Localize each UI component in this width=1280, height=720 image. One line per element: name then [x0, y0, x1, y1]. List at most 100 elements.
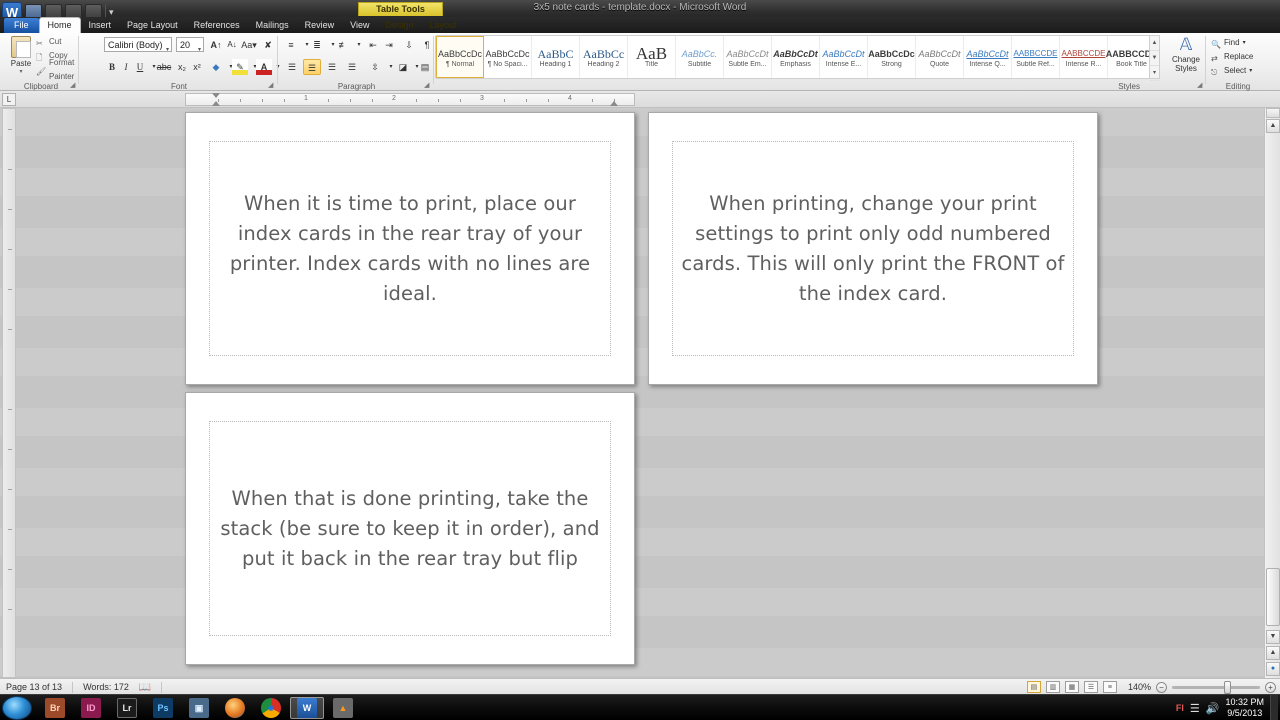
taskbar-app-adobe-bridge[interactable]: Br [38, 697, 72, 719]
volume-icon[interactable]: 🔊 [1206, 702, 1220, 715]
print-layout-view-button[interactable]: ▤ [1026, 681, 1041, 693]
style-item-subtle-emphasis[interactable]: AaBbCcDt Subtle Em... [724, 36, 772, 78]
network-signal-icon[interactable]: ☰ [1190, 702, 1200, 715]
vertical-scrollbar[interactable]: ▲ ▼ ▲ ● [1264, 108, 1280, 678]
find-dropdown-arrow[interactable]: ▾ [1243, 36, 1246, 50]
change-case-icon[interactable]: Aa▾ [240, 37, 258, 53]
line-spacing-icon[interactable]: ⇳ [367, 59, 383, 75]
zoom-in-button[interactable]: + [1265, 681, 1276, 693]
find-button[interactable]: 🔍 Find ▾ [1211, 36, 1253, 50]
scrollbar-thumb[interactable] [1266, 568, 1280, 626]
paragraph-dialog-launcher[interactable]: ◢ [424, 82, 432, 90]
tab-page-layout[interactable]: Page Layout [119, 18, 186, 33]
left-indent-marker[interactable] [212, 101, 220, 106]
taskbar-app-vlc[interactable]: ▲ [326, 697, 360, 719]
cut-button[interactable]: ✂ Cut [36, 35, 80, 49]
vertical-ruler[interactable] [2, 108, 16, 678]
align-center-button[interactable]: ☰ [303, 59, 321, 75]
strikethrough-button[interactable]: abc [156, 59, 172, 75]
decrease-indent-icon[interactable]: ⇤ [365, 37, 381, 53]
previous-page-icon[interactable]: ▲ [1266, 646, 1280, 660]
replace-button[interactable]: ⇄ Replace [1211, 50, 1253, 64]
first-line-indent-marker[interactable] [212, 93, 220, 98]
taskbar-app-adobe-photoshop[interactable]: Ps [146, 697, 180, 719]
document-page-3[interactable]: When that is done printing, take the sta… [185, 392, 635, 665]
split-window-handle[interactable] [1266, 108, 1280, 118]
styles-dialog-launcher[interactable]: ◢ [1197, 82, 1205, 90]
styles-gallery-scroll[interactable]: ▲ ▼ ▾ [1149, 35, 1160, 81]
start-button[interactable] [2, 696, 32, 720]
grow-font-icon[interactable]: A↑ [208, 37, 224, 53]
draft-view-button[interactable]: ≡ [1102, 681, 1117, 693]
style-item-intense-reference[interactable]: AABBCCDE Intense R... [1060, 36, 1108, 78]
justify-button[interactable]: ☰ [343, 59, 361, 75]
show-desktop-button[interactable] [1270, 695, 1278, 720]
tab-layout[interactable]: Layout [422, 18, 465, 33]
tab-references[interactable]: References [186, 18, 248, 33]
taskbar-app-microsoft-word[interactable]: W [290, 697, 324, 719]
proofing-errors-icon[interactable]: 📖 [139, 682, 151, 693]
tab-mailings[interactable]: Mailings [248, 18, 297, 33]
styles-gallery[interactable]: AaBbCcDc ¶ Normal AaBbCcDc ¶ No Spaci...… [435, 35, 1157, 79]
styles-scroll-up-icon[interactable]: ▲ [1150, 36, 1159, 51]
outline-view-button[interactable]: ☰ [1083, 681, 1098, 693]
select-browse-object-icon[interactable]: ● [1266, 662, 1280, 676]
clipboard-dialog-launcher[interactable]: ◢ [70, 82, 78, 90]
change-styles-button[interactable]: 𝔸 Change Styles [1167, 35, 1205, 73]
font-dialog-launcher[interactable]: ◢ [268, 82, 276, 90]
table-cell[interactable]: When printing, change your print setting… [672, 141, 1074, 356]
table-cell[interactable]: When it is time to print, place our inde… [209, 141, 611, 356]
horizontal-ruler[interactable]: 1 2 3 4 [185, 93, 635, 106]
tab-file[interactable]: File [4, 18, 39, 33]
tab-insert[interactable]: Insert [81, 18, 120, 33]
scroll-up-icon[interactable]: ▲ [1266, 119, 1280, 133]
taskbar-app-chrome[interactable]: ◉ [254, 697, 288, 719]
numbering-icon[interactable]: ≣ [309, 37, 325, 53]
bullets-icon[interactable]: ≡ [283, 37, 299, 53]
select-button[interactable]: ⎋ Select ▾ [1211, 64, 1253, 78]
align-right-button[interactable]: ☰ [323, 59, 341, 75]
styles-scroll-down-icon[interactable]: ▼ [1150, 51, 1159, 66]
style-item-heading-2[interactable]: AaBbCc Heading 2 [580, 36, 628, 78]
taskbar-app-computer[interactable]: ▣ [182, 697, 216, 719]
style-item-emphasis[interactable]: AaBbCcDt Emphasis [772, 36, 820, 78]
style-item-quote[interactable]: AaBbCcDt Quote [916, 36, 964, 78]
zoom-slider[interactable] [1172, 680, 1260, 694]
style-item-subtitle[interactable]: AaBbCc. Subtitle [676, 36, 724, 78]
sort-icon[interactable]: ⇩ [401, 37, 417, 53]
right-indent-marker[interactable] [610, 101, 618, 106]
select-dropdown-arrow[interactable]: ▾ [1249, 64, 1252, 78]
tab-review[interactable]: Review [297, 18, 343, 33]
superscript-button[interactable]: x² [189, 59, 205, 75]
style-item-no-spacing[interactable]: AaBbCcDc ¶ No Spaci... [484, 36, 532, 78]
style-item-intense-quote[interactable]: AaBbCcDt Intense Q... [964, 36, 1012, 78]
page-indicator[interactable]: Page 13 of 13 [6, 682, 62, 692]
paste-dropdown-arrow[interactable]: ▾ [6, 68, 36, 75]
tab-view[interactable]: View [342, 18, 377, 33]
taskbar-app-firefox[interactable]: ◉ [218, 697, 252, 719]
multilevel-list-icon[interactable]: ≢ [335, 37, 351, 53]
style-item-strong[interactable]: AaBbCcDc Strong [868, 36, 916, 78]
shrink-font-icon[interactable]: A↓ [224, 37, 240, 53]
style-item-heading-1[interactable]: AaBbC Heading 1 [532, 36, 580, 78]
tab-home[interactable]: Home [38, 17, 81, 33]
word-count[interactable]: Words: 172 [83, 682, 129, 692]
web-layout-view-button[interactable]: ▦ [1064, 681, 1079, 693]
taskbar-app-adobe-indesign[interactable]: ID [74, 697, 108, 719]
document-page-1[interactable]: When it is time to print, place our inde… [185, 112, 635, 385]
font-size-combobox[interactable]: 20 ▾ [176, 37, 204, 53]
taskbar-app-adobe-lightroom[interactable]: Lr [110, 697, 144, 719]
style-item-intense-emphasis[interactable]: AaBbCcDt Intense E... [820, 36, 868, 78]
zoom-level-label[interactable]: 140% [1128, 682, 1151, 692]
align-left-button[interactable]: ☰ [283, 59, 301, 75]
zoom-out-button[interactable]: − [1156, 681, 1167, 693]
table-cell[interactable]: When that is done printing, take the sta… [209, 421, 611, 636]
flash-player-icon[interactable]: Fl [1176, 703, 1184, 713]
scroll-down-icon[interactable]: ▼ [1266, 630, 1280, 644]
format-painter-button[interactable]: 🖌 Format Painter [36, 58, 80, 81]
zoom-slider-thumb[interactable] [1224, 680, 1231, 694]
text-effects-icon[interactable]: ◆ [208, 59, 224, 75]
borders-icon[interactable]: ▤ [417, 59, 433, 75]
document-page-2[interactable]: When printing, change your print setting… [648, 112, 1098, 385]
clear-formatting-icon[interactable]: ✘ [260, 37, 276, 53]
